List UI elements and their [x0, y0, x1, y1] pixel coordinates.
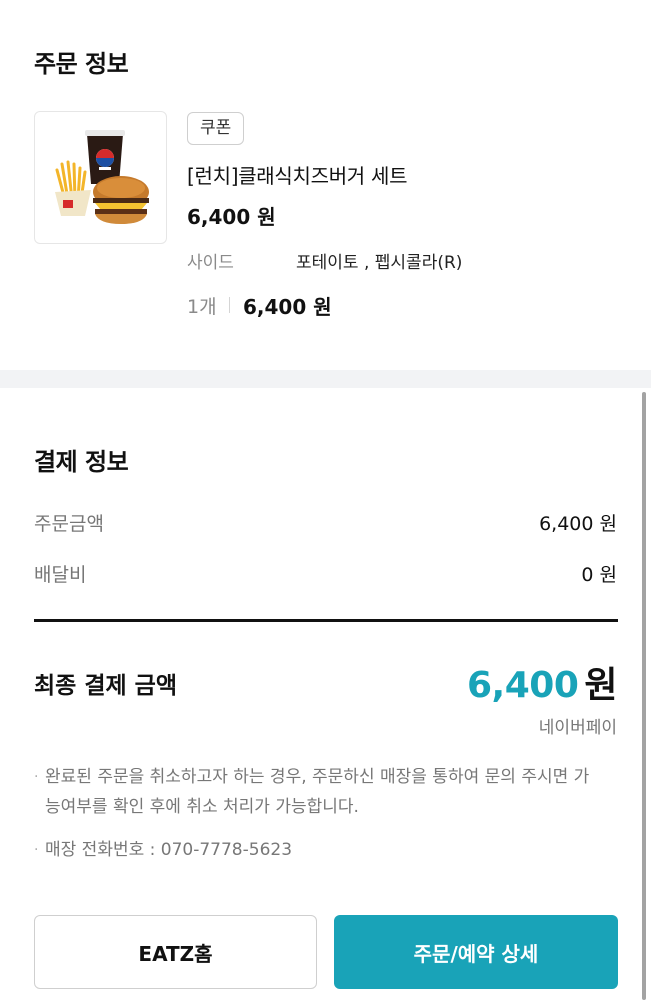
- product-image: [34, 111, 167, 244]
- order-amount-value: 6,400 원: [539, 513, 617, 535]
- order-amount-label: 주문금액: [34, 513, 104, 535]
- order-info-section: 주문 정보 쿠폰 [런치]클래식치즈버거 세트 6,400 원 사이드 포테이토…: [0, 0, 651, 370]
- final-amount-value: 6,400: [467, 665, 579, 706]
- bullet-icon: ·: [34, 842, 39, 858]
- quantity: 1개: [187, 296, 217, 318]
- option-value: 포테이토 , 펩시콜라(R): [296, 253, 463, 273]
- cancel-notice: · 완료된 주문을 취소하고자 하는 경우, 주문하신 매장을 통하여 문의 주…: [34, 762, 604, 822]
- burger-set-icon: [55, 130, 149, 224]
- order-detail-button[interactable]: 주문/예약 상세: [334, 915, 618, 989]
- scrollbar[interactable]: [642, 392, 646, 1000]
- item-total-price: 6,400 원: [243, 295, 332, 319]
- total-divider: [34, 619, 618, 622]
- product-price: 6,400 원: [187, 205, 276, 229]
- payment-method: 네이버페이: [538, 718, 617, 738]
- store-phone-notice: · 매장 전화번호 : 070-7778-5623: [34, 835, 604, 865]
- cancel-notice-text: 완료된 주문을 취소하고자 하는 경우, 주문하신 매장을 통하여 문의 주시면…: [45, 767, 590, 817]
- product-name: [런치]클래식치즈버거 세트: [187, 164, 408, 188]
- delivery-fee-label: 배달비: [34, 564, 87, 586]
- final-amount-unit: 원: [584, 665, 617, 706]
- section-divider: [0, 370, 651, 388]
- final-amount-label: 최종 결제 금액: [34, 673, 177, 699]
- bullet-icon: ·: [34, 769, 39, 785]
- final-amount: 6,400 원: [467, 656, 617, 708]
- payment-info-title: 결제 정보: [34, 448, 129, 476]
- order-info-title: 주문 정보: [34, 50, 129, 78]
- store-phone-text: 매장 전화번호 : 070-7778-5623: [45, 840, 293, 860]
- delivery-fee-value: 0 원: [581, 564, 617, 586]
- coupon-badge: 쿠폰: [187, 112, 245, 145]
- quantity-separator: [229, 297, 230, 313]
- eatz-home-button[interactable]: EATZ홈: [34, 915, 317, 989]
- option-label: 사이드: [187, 253, 234, 273]
